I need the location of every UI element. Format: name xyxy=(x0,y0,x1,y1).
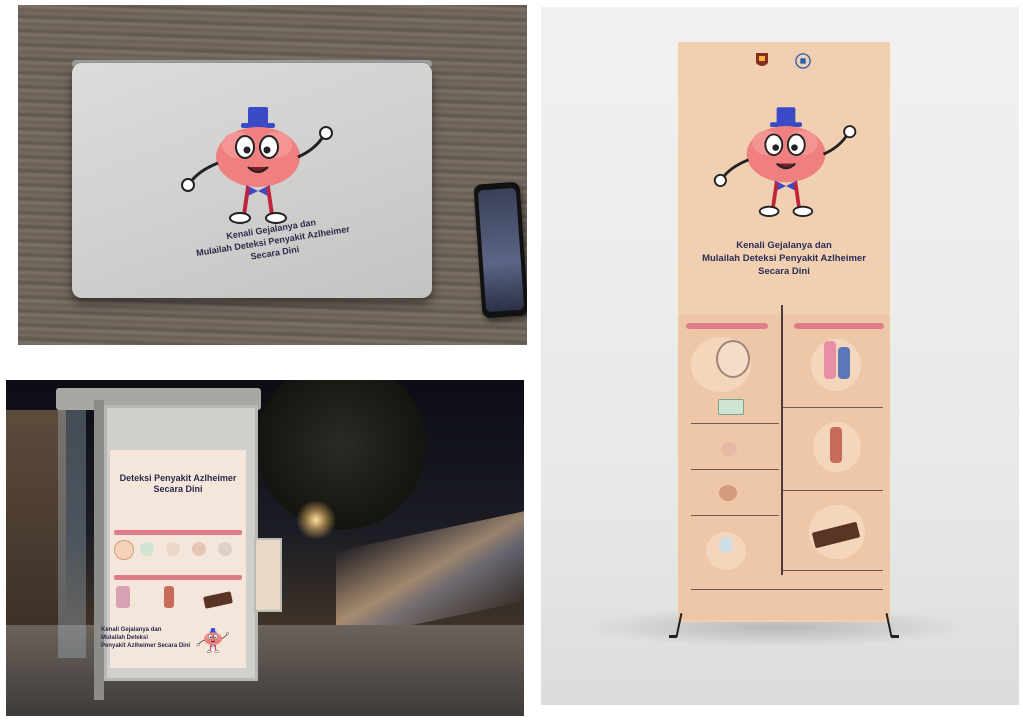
symptom-icon xyxy=(218,542,232,556)
brain-mascot-icon xyxy=(180,105,334,225)
symptom-icon xyxy=(718,399,744,415)
family-icon xyxy=(824,341,836,379)
ad-foot-line1: Kenali Gejalanya dan xyxy=(101,627,162,633)
stand-foot xyxy=(669,635,677,638)
ad-section-band xyxy=(114,575,242,580)
section-header-band-left xyxy=(686,323,768,329)
timeline-footer-line xyxy=(691,589,883,590)
timeline-branch xyxy=(691,423,779,424)
elderly-face-icon xyxy=(114,540,134,560)
banner-title: Kenali Gejalanya dan Mulailah Deteksi Pe… xyxy=(678,239,890,278)
traffic-light-streak xyxy=(336,508,524,642)
banner-title-line1: Kenali Gejalanya dan xyxy=(736,240,832,251)
ad-title-line2: Secara Dini xyxy=(153,484,203,494)
shelter-pole xyxy=(94,400,104,700)
bus-stop-mockup-photo: Deteksi Penyakit Azlheimer Secara Dini K… xyxy=(6,380,524,716)
distant-ad-panel xyxy=(254,538,282,612)
building xyxy=(6,410,66,640)
banner-title-line3: Secara Dini xyxy=(758,266,810,277)
stand-foot xyxy=(891,635,899,638)
timeline-axis xyxy=(781,305,783,575)
brain-mascot-icon xyxy=(196,627,230,654)
timeline-branch xyxy=(783,407,883,408)
ad-foot-line3: Penyakit Azlheimer Secara Dini xyxy=(101,643,191,649)
timeline-branch xyxy=(783,570,883,571)
symptom-icon xyxy=(166,542,180,556)
ad-title-line1: Deteksi Penyakit Azlheimer xyxy=(119,473,237,483)
phone-screen xyxy=(477,187,525,313)
symptom-icon xyxy=(719,485,737,501)
shelter-glass-panel xyxy=(58,408,86,658)
ad-section-band xyxy=(114,530,242,535)
ad-foot-line2: Mulailah Deteksi xyxy=(101,635,149,641)
laptop-mockup-photo: Kenali Gejalanya dan Mulailah Deteksi Pe… xyxy=(18,5,527,345)
elderly-person-icon xyxy=(164,586,174,608)
family-icon xyxy=(116,586,130,608)
family-icon xyxy=(838,347,850,379)
tree xyxy=(256,380,426,530)
institution-logo-icon xyxy=(795,53,811,69)
section-header-band-right xyxy=(794,323,884,329)
timeline-branch xyxy=(691,469,779,470)
timeline-branch xyxy=(783,490,883,491)
symptom-icon xyxy=(719,537,733,553)
timeline-branch xyxy=(691,515,779,516)
elderly-person-icon xyxy=(830,427,842,463)
ad-poster-footer: Kenali Gejalanya dan Mulailah Deteksi Pe… xyxy=(101,626,211,650)
symptom-icon xyxy=(192,542,206,556)
regional-emblem-icon xyxy=(756,53,768,66)
symptom-icon xyxy=(721,442,737,456)
rollup-banner-mockup: Kenali Gejalanya dan Mulailah Deteksi Pe… xyxy=(541,7,1019,705)
icon-backdrop xyxy=(811,339,861,391)
brain-mascot-icon xyxy=(712,105,858,218)
smartphone xyxy=(473,181,527,319)
ad-poster-title: Deteksi Penyakit Azlheimer Secara Dini xyxy=(110,473,246,495)
elderly-face-icon xyxy=(716,340,750,378)
street-light-glow xyxy=(296,500,336,540)
symptom-icon xyxy=(140,542,154,556)
banner-title-line2: Mulailah Deteksi Penyakit Azlheimer xyxy=(702,253,866,264)
